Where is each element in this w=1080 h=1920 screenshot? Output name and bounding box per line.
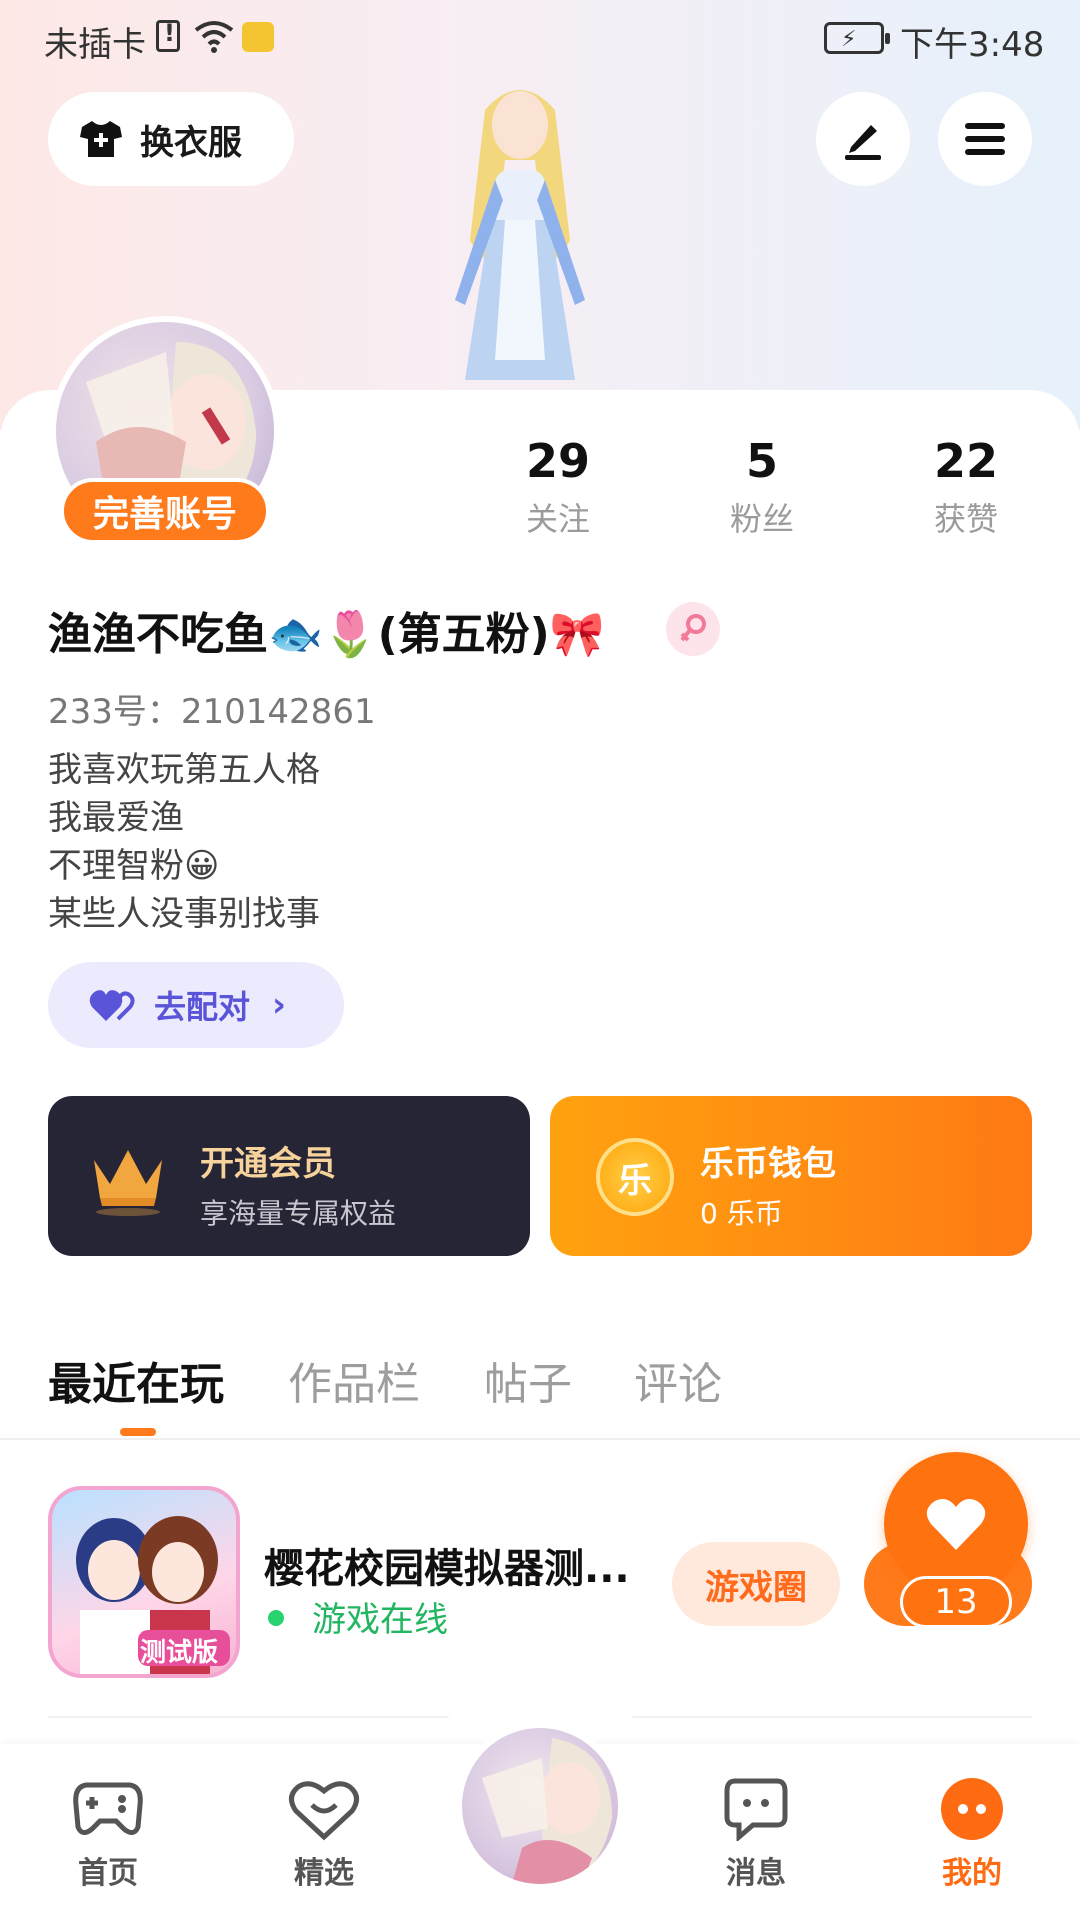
battery-icon: ⚡ [824,22,890,54]
pair-button[interactable]: 去配对 › [48,962,344,1048]
nav-featured[interactable]: 精选 [254,1776,394,1892]
game-icon[interactable]: 测试版 [48,1486,240,1678]
wifi-icon [194,21,234,53]
pen-icon [845,125,881,160]
status-bar: 未插卡 ⚡ 下午3:48 [0,0,1080,76]
profile-screen: 未插卡 ⚡ 下午3:48 换衣服 [0,0,1080,1920]
nav-messages[interactable]: 消息 [686,1776,826,1892]
chevron-right-icon: › [272,985,287,1025]
active-tab-indicator [120,1428,156,1436]
nav-home[interactable]: 首页 [38,1776,178,1892]
bio-line: 我最爱渔 [48,798,184,838]
hearts-icon [89,990,135,1021]
crown-icon [94,1150,162,1216]
tab-works[interactable]: 作品栏 [288,1348,420,1412]
shirt-icon [80,121,122,157]
tab-comments[interactable]: 评论 [634,1348,722,1412]
following-count: 29 [525,434,590,488]
nickname: 渔渔不吃鱼🐟🌷(第五粉)🎀 [48,609,605,660]
nav-featured-label: 精选 [294,1856,354,1891]
menu-button[interactable] [938,92,1032,186]
vip-title: 开通会员 [200,1144,336,1184]
3d-avatar-figure[interactable] [405,70,635,390]
nav-messages-label: 消息 [726,1856,786,1891]
nav-me-label: 我的 [942,1856,1002,1891]
sim-warning-icon [156,19,180,52]
hamburger-icon [965,123,1005,155]
tab-posts[interactable]: 帖子 [484,1348,572,1412]
nav-me[interactable]: 我的 [902,1776,1042,1892]
likes-label: 获赞 [933,500,998,538]
vip-card[interactable]: 开通会员 享海量专属权益 [48,1096,530,1256]
complete-account-button[interactable]: 完善账号 [60,478,270,544]
profile-tabs: 最近在玩 作品栏 帖子 评论 [0,1340,1080,1440]
bio-line: 某些人没事别找事 [48,894,320,934]
nav-avatar[interactable] [456,1722,624,1890]
carrier-text: 未插卡 [44,25,146,65]
game-name: 樱花校园模拟器测... [264,1546,630,1592]
likes-count: 22 [933,434,998,488]
game-circle-button[interactable]: 游戏圈 [672,1542,840,1626]
gamepad-icon [73,1782,143,1835]
game-icon-badge: 测试版 [140,1638,219,1668]
heart-icon [926,1499,986,1550]
clock: 下午3:48 [900,25,1045,65]
following-label: 关注 [525,500,590,538]
edit-profile-button[interactable] [816,92,910,186]
female-gender-icon [666,602,720,656]
bio-line: 不理智粉😀 [48,846,220,886]
like-button[interactable] [884,1452,1028,1596]
game-online-status: 游戏在线 [312,1600,448,1640]
bio-line: 我喜欢玩第五人格 [48,750,320,790]
wallet-card[interactable]: 乐 乐币钱包 0 乐币 [550,1096,1032,1256]
user-id: 233号：210142861 [48,692,376,732]
message-icon [724,1778,788,1841]
followers-stat[interactable]: 5 粉丝 [682,432,842,540]
nav-home-label: 首页 [78,1856,138,1891]
avatar-illustration [482,1738,612,1884]
change-clothes-label: 换衣服 [140,122,242,163]
vip-subtitle: 享海量专属权益 [200,1197,397,1230]
online-dot-icon [268,1610,284,1626]
followers-count: 5 [745,434,778,488]
following-stat[interactable]: 29 关注 [478,432,638,540]
bio: 我喜欢玩第五人格 我最爱渔 不理智粉😀 某些人没事别找事 [48,746,320,938]
pair-label: 去配对 [154,988,251,1026]
coin-icon: 乐 [596,1138,674,1216]
likes-stat[interactable]: 22 获赞 [886,432,1046,540]
wallet-balance: 0 乐币 [700,1197,783,1230]
change-clothes-button[interactable]: 换衣服 [48,92,294,186]
followers-label: 粉丝 [729,500,794,538]
heart-chat-icon [289,1781,359,1841]
like-count: 13 [900,1576,1012,1628]
notes-app-icon [242,22,274,52]
tab-recent-played[interactable]: 最近在玩 [48,1348,224,1412]
wallet-title: 乐币钱包 [700,1144,836,1184]
profile-icon [941,1778,1003,1840]
